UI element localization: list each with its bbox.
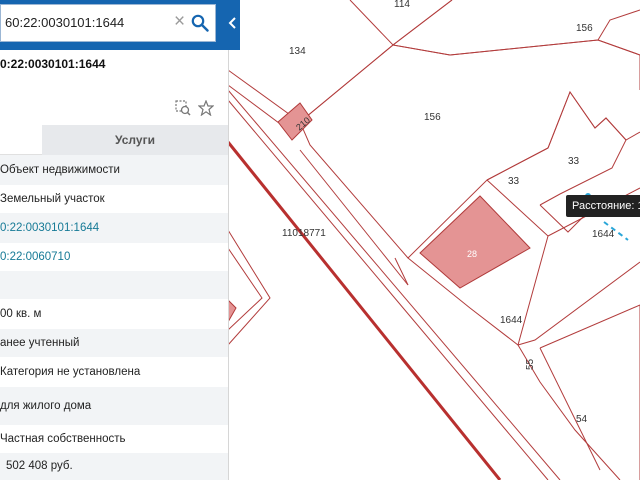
distance-tooltip: Расстояние: 15	[566, 195, 640, 217]
search-input[interactable]: 60:22:0030101:1644 ×	[0, 4, 216, 42]
label-1644a: 1644	[592, 229, 615, 240]
tab-services[interactable]: Услуги	[42, 125, 228, 155]
search-query[interactable]: 60:22:0030101:1644	[5, 15, 124, 30]
info-row: Земельный участок	[0, 185, 228, 213]
info-row-text: 502 408 руб.	[6, 460, 73, 472]
chevron-left-icon[interactable]	[227, 14, 239, 32]
label-1644b: 1644	[500, 315, 523, 326]
label-33b: 33	[508, 176, 520, 187]
info-row: 502 408 руб.	[0, 453, 228, 480]
info-row-text: 00 кв. м	[0, 308, 42, 320]
search-icon[interactable]	[191, 14, 209, 32]
info-row-text: для жилого дома	[0, 400, 92, 412]
info-row: анее учтенный	[0, 329, 228, 357]
search-header: 60:22:0030101:1644 ×	[0, 0, 240, 50]
label-54: 54	[576, 414, 588, 425]
clear-icon[interactable]: ×	[174, 12, 185, 32]
info-row-text[interactable]: 0:22:0060710	[0, 243, 70, 271]
label-110: 11018771	[282, 228, 326, 239]
info-row: Категория не установлена	[0, 357, 228, 387]
star-icon[interactable]	[198, 100, 214, 116]
zoom-to-object-icon[interactable]	[175, 100, 191, 116]
info-row	[0, 271, 228, 299]
info-row-text[interactable]: 0:22:0030101:1644	[0, 213, 99, 243]
info-row-cadastral-link[interactable]: 0:22:0030101:1644	[0, 213, 228, 243]
info-row-text: Частная собственность	[0, 433, 126, 445]
info-row-text: Земельный участок	[0, 193, 105, 205]
info-row-quarter-link[interactable]: 0:22:0060710	[0, 243, 228, 271]
info-row: для жилого дома	[0, 387, 228, 425]
info-row: 00 кв. м	[0, 299, 228, 329]
panel-tabs: Услуги	[0, 125, 228, 155]
label-33a: 33	[568, 156, 580, 167]
info-row: Частная собственность	[0, 425, 228, 453]
label-114: 114	[394, 0, 410, 10]
label-55: 55	[525, 358, 536, 370]
label-28: 28	[467, 249, 477, 259]
info-row-text: анее учтенный	[0, 337, 80, 349]
label-156-top: 156	[576, 23, 593, 34]
info-row-text: Объект недвижимости	[0, 164, 120, 176]
label-156: 156	[424, 112, 441, 123]
tab-info[interactable]	[0, 125, 42, 155]
label-134: 134	[289, 46, 306, 57]
object-title: 0:22:0030101:1644	[0, 57, 106, 71]
info-row-text: Категория не установлена	[0, 366, 141, 378]
info-row: Объект недвижимости	[0, 155, 228, 185]
info-panel: 0:22:0030101:1644 Услуги Объект недвижим…	[0, 0, 229, 480]
